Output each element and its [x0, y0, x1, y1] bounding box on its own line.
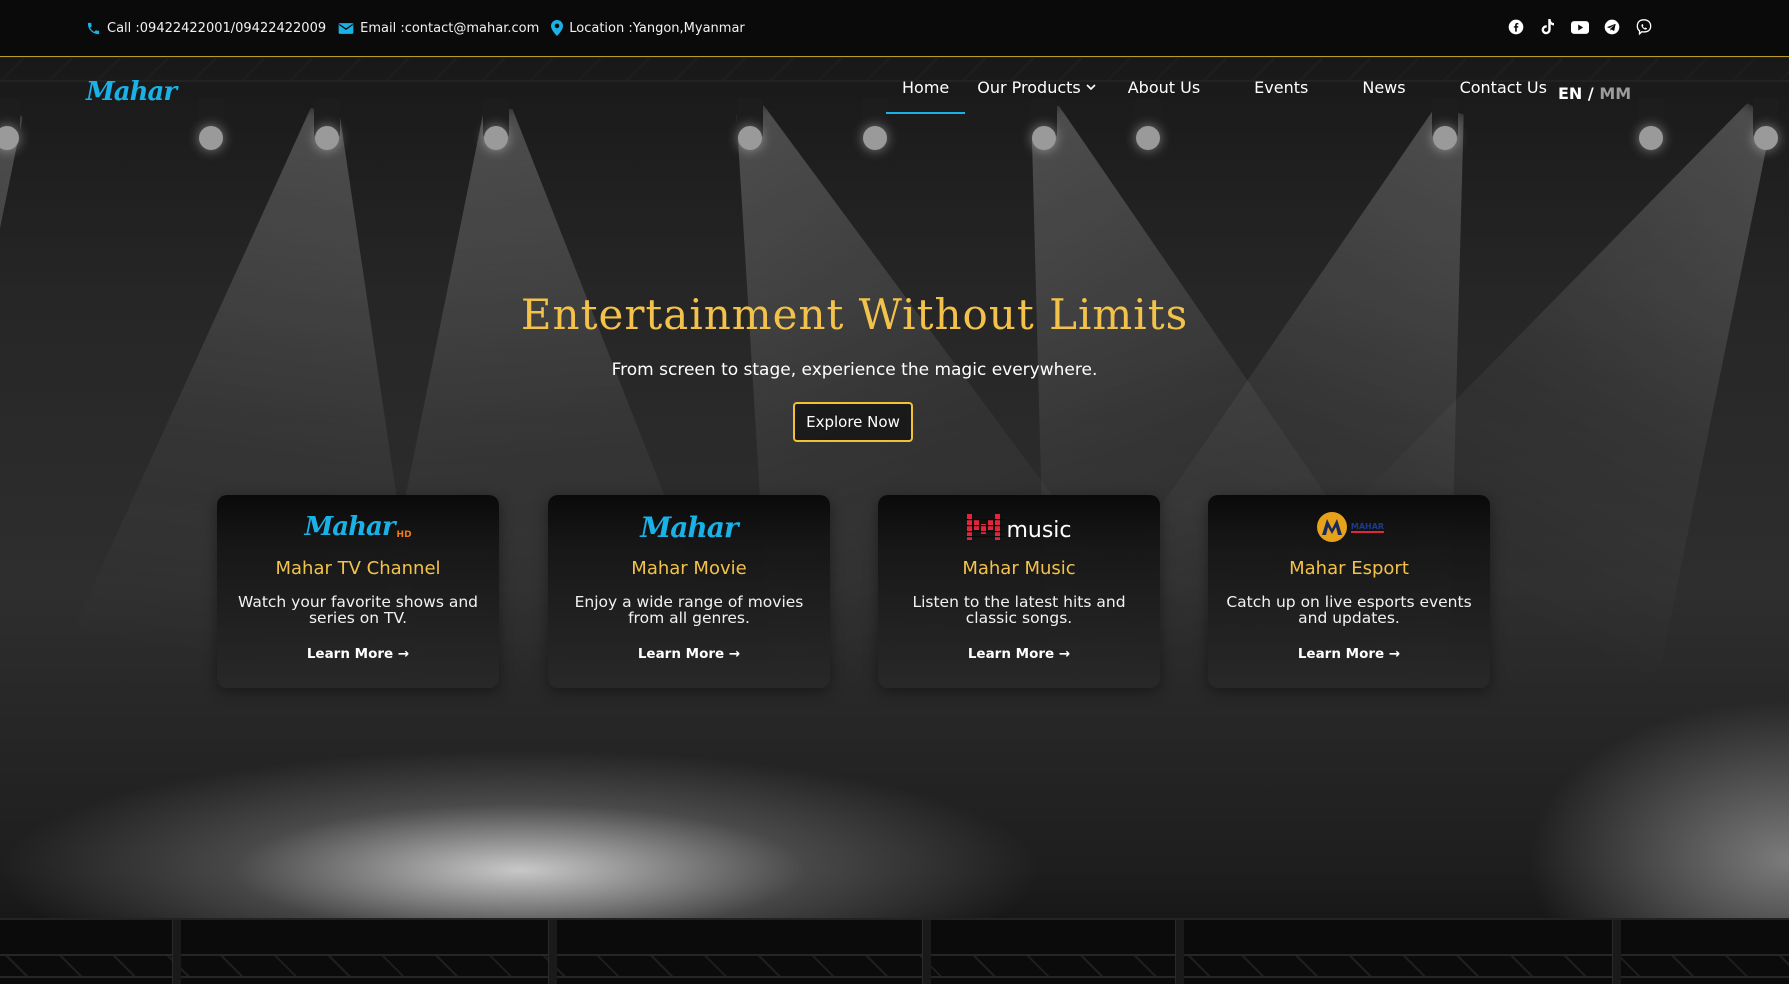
stage-background — [0, 0, 1789, 984]
viber-icon[interactable] — [1635, 18, 1653, 36]
telegram-icon[interactable] — [1603, 18, 1621, 36]
esport-m-emblem-icon — [1316, 512, 1347, 542]
product-card-tv[interactable]: Mahar HD Mahar TV Channel Watch your fav… — [217, 495, 499, 688]
nav-item-about-us[interactable]: About Us — [1110, 59, 1228, 115]
learn-more-link[interactable]: Learn More → — [1208, 646, 1490, 662]
nav-item-home[interactable]: Home — [886, 59, 966, 115]
product-card-music[interactable]: music Mahar Music Listen to the latest h… — [878, 495, 1160, 688]
card-title: Mahar Esport — [1289, 558, 1409, 579]
youtube-icon[interactable] — [1571, 18, 1589, 36]
mahar-movie-logo-icon: Mahar — [548, 509, 830, 545]
tiktok-icon[interactable] — [1539, 18, 1557, 36]
mahar-music-logo-icon: music — [878, 509, 1160, 545]
lang-en[interactable]: EN / — [1558, 84, 1594, 103]
card-title: Mahar TV Channel — [275, 558, 441, 579]
card-description: Listen to the latest hits and classic so… — [912, 593, 1126, 627]
envelope-icon — [338, 22, 354, 34]
nav-item-label: Our Products — [977, 77, 1081, 97]
learn-more-link[interactable]: Learn More → — [548, 646, 830, 662]
product-card-esport[interactable]: MAHAR Mahar Esport Catch up on live espo… — [1208, 495, 1490, 688]
nav-item-contact-us[interactable]: Contact Us — [1434, 59, 1547, 115]
lang-mm[interactable]: MM — [1599, 84, 1631, 103]
map-pin-icon — [551, 20, 564, 36]
contact-location[interactable]: Location :Yangon,Myanmar — [551, 20, 745, 36]
hero-title: Entertainment Without Limits — [520, 290, 1189, 339]
nav-item-news[interactable]: News — [1336, 59, 1433, 115]
stage-floor-truss — [0, 918, 1789, 984]
language-switcher: EN / MM — [1558, 84, 1631, 103]
mahar-esport-logo-icon: MAHAR — [1208, 509, 1490, 545]
social-links — [1493, 18, 1653, 36]
nav-item-label: About Us — [1127, 77, 1201, 97]
contact-email-text: Email :contact@mahar.com — [360, 20, 540, 36]
esport-logo-text: MAHAR — [1350, 521, 1385, 533]
movie-logo-text: Mahar — [640, 510, 738, 544]
phone-icon — [87, 22, 100, 34]
nav-item-label: Events — [1254, 77, 1309, 97]
nav-menu: Home Our Products About Us Events News C… — [886, 57, 1547, 117]
contact-location-text: Location :Yangon,Myanmar — [569, 20, 745, 36]
main-navigation: Mahar Home Our Products About Us Events … — [0, 57, 1789, 117]
contact-email[interactable]: Email :contact@mahar.com — [338, 21, 539, 36]
contact-phone[interactable]: Call :09422422001/09422422009 — [86, 21, 326, 36]
nav-item-label: Contact Us — [1459, 77, 1547, 97]
mahar-tv-logo-icon: Mahar HD — [217, 509, 499, 545]
chevron-down-icon — [1086, 84, 1096, 91]
nav-item-label: Home — [902, 77, 950, 97]
equalizer-m-icon — [966, 514, 1005, 540]
contact-phone-text: Call :09422422001/09422422009 — [107, 20, 327, 36]
learn-more-link[interactable]: Learn More → — [878, 646, 1160, 662]
brand-logo[interactable]: Mahar — [86, 77, 177, 107]
nav-item-our-products[interactable]: Our Products — [965, 59, 1109, 115]
card-title: Mahar Movie — [631, 558, 747, 579]
card-description: Watch your favorite shows and series on … — [237, 593, 478, 627]
learn-more-link[interactable]: Learn More → — [217, 646, 499, 662]
contact-info: Call :09422422001/09422422009 Email :con… — [86, 20, 757, 36]
hero-subtitle: From screen to stage, experience the mag… — [611, 360, 1098, 380]
explore-now-button[interactable]: Explore Now — [793, 402, 913, 442]
tv-logo-text: Mahar — [304, 512, 395, 542]
facebook-icon[interactable] — [1507, 18, 1525, 36]
card-description: Catch up on live esports events and upda… — [1226, 593, 1472, 627]
music-logo-text: music — [1006, 517, 1072, 543]
card-description: Enjoy a wide range of movies from all ge… — [574, 593, 804, 627]
product-card-movie[interactable]: Mahar Mahar Movie Enjoy a wide range of … — [548, 495, 830, 688]
top-contact-bar: Call :09422422001/09422422009 Email :con… — [0, 0, 1789, 57]
card-title: Mahar Music — [962, 558, 1076, 579]
nav-item-events[interactable]: Events — [1228, 59, 1336, 115]
hd-badge: HD — [396, 530, 412, 540]
nav-item-label: News — [1362, 77, 1406, 97]
